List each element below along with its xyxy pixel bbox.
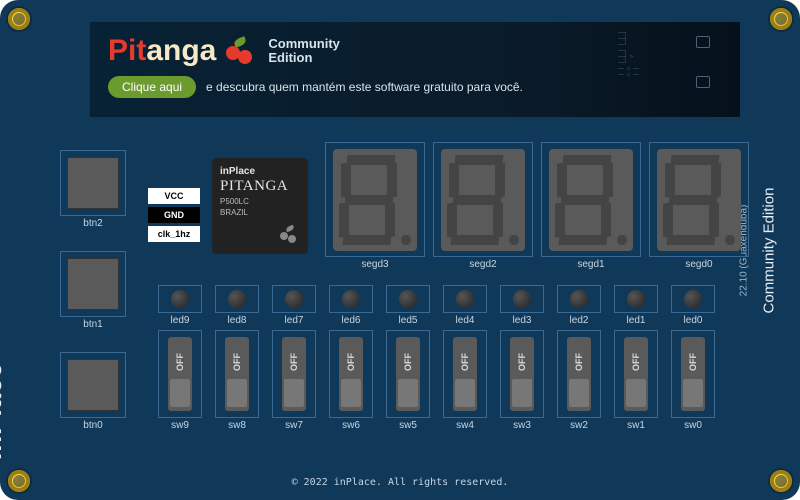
led-led8 (215, 285, 259, 313)
segment-label: segd2 (433, 259, 533, 270)
switch-label: sw4 (443, 420, 487, 431)
switch-label: sw0 (671, 420, 715, 431)
led-led0 (671, 285, 715, 313)
push-button-label: btn1 (60, 319, 126, 330)
switch-label: sw2 (557, 420, 601, 431)
push-button-label: btn0 (60, 420, 126, 431)
led-led1 (614, 285, 658, 313)
fpga-board: Pitanga Community Edition Clique aqui e … (0, 0, 800, 500)
switch-sw5[interactable]: OFF (396, 337, 420, 411)
segment-label: segd1 (541, 259, 641, 270)
pin-GND: GND (148, 207, 200, 223)
led-label: led6 (329, 315, 373, 326)
switch-label: sw8 (215, 420, 259, 431)
led-label: led0 (671, 315, 715, 326)
led-led9 (158, 285, 202, 313)
switch-sw3[interactable]: OFF (510, 337, 534, 411)
circuit-diagram-icon: ──┐──┤──┘──┐──┤ >──┘── ○ ──── ○ ── (618, 30, 728, 108)
fpga-chip: inPlace PITANGA P500LC BRAZIL (212, 158, 308, 254)
switch-sw6[interactable]: OFF (339, 337, 363, 411)
banner-tagline: e descubra quem mantém este software gra… (206, 80, 523, 94)
screw-icon (8, 8, 30, 30)
switch-sw9[interactable]: OFF (168, 337, 192, 411)
led-led2 (557, 285, 601, 313)
push-button-label: btn2 (60, 218, 126, 229)
chip-brand: inPlace (220, 166, 300, 177)
pin-clk_1hz: clk_1hz (148, 226, 200, 242)
led-led6 (329, 285, 373, 313)
seven-segment-segd2 (433, 142, 533, 257)
chip-name: PITANGA (220, 178, 300, 195)
segment-label: segd3 (325, 259, 425, 270)
seven-segment-segd3 (325, 142, 425, 257)
led-led7 (272, 285, 316, 313)
led-label: led8 (215, 315, 259, 326)
switch-sw8[interactable]: OFF (225, 337, 249, 411)
switch-sw0[interactable]: OFF (681, 337, 705, 411)
switch-label: sw3 (500, 420, 544, 431)
brand-label: inPlace (0, 362, 8, 460)
seven-segment-segd1 (541, 142, 641, 257)
switch-label: sw1 (614, 420, 658, 431)
version-sidebar: Community Edition 22.10 (Guaxenduba) (752, 0, 786, 500)
push-button-btn0[interactable] (60, 352, 126, 418)
chip-model: P500LC (220, 197, 300, 206)
switch-state: OFF (631, 353, 641, 371)
push-button-btn2[interactable] (60, 150, 126, 216)
switch-label: sw6 (329, 420, 373, 431)
seven-segment-segd0 (649, 142, 749, 257)
switch-state: OFF (688, 353, 698, 371)
edition-label: Community Edition (268, 37, 340, 65)
switch-label: sw9 (158, 420, 202, 431)
switch-sw2[interactable]: OFF (567, 337, 591, 411)
led-label: led7 (272, 315, 316, 326)
cta-button[interactable]: Clique aqui (108, 76, 196, 98)
led-label: led4 (443, 315, 487, 326)
led-led5 (386, 285, 430, 313)
switch-state: OFF (403, 353, 413, 371)
led-led4 (443, 285, 487, 313)
led-led3 (500, 285, 544, 313)
switch-state: OFF (289, 353, 299, 371)
pitanga-berry-icon (224, 36, 254, 66)
switch-sw7[interactable]: OFF (282, 337, 306, 411)
switch-sw4[interactable]: OFF (453, 337, 477, 411)
switch-state: OFF (232, 353, 242, 371)
led-label: led1 (614, 315, 658, 326)
footer-copyright: © 2022 inPlace. All rights reserved. (0, 477, 800, 488)
segment-label: segd0 (649, 259, 749, 270)
switch-state: OFF (460, 353, 470, 371)
switch-state: OFF (346, 353, 356, 371)
push-button-btn1[interactable] (60, 251, 126, 317)
switch-sw1[interactable]: OFF (624, 337, 648, 411)
chip-country: BRAZIL (220, 208, 300, 217)
pin-VCC: VCC (148, 188, 200, 204)
switch-label: sw5 (386, 420, 430, 431)
switch-state: OFF (175, 353, 185, 371)
led-label: led2 (557, 315, 601, 326)
led-label: led5 (386, 315, 430, 326)
banner[interactable]: Pitanga Community Edition Clique aqui e … (90, 22, 740, 117)
led-label: led3 (500, 315, 544, 326)
version-edition: Community Edition (761, 187, 778, 313)
led-label: led9 (158, 315, 202, 326)
chip-berry-icon (280, 226, 298, 244)
switch-label: sw7 (272, 420, 316, 431)
switch-state: OFF (574, 353, 584, 371)
switch-state: OFF (517, 353, 527, 371)
pitanga-logo-text: Pitanga (108, 34, 216, 68)
